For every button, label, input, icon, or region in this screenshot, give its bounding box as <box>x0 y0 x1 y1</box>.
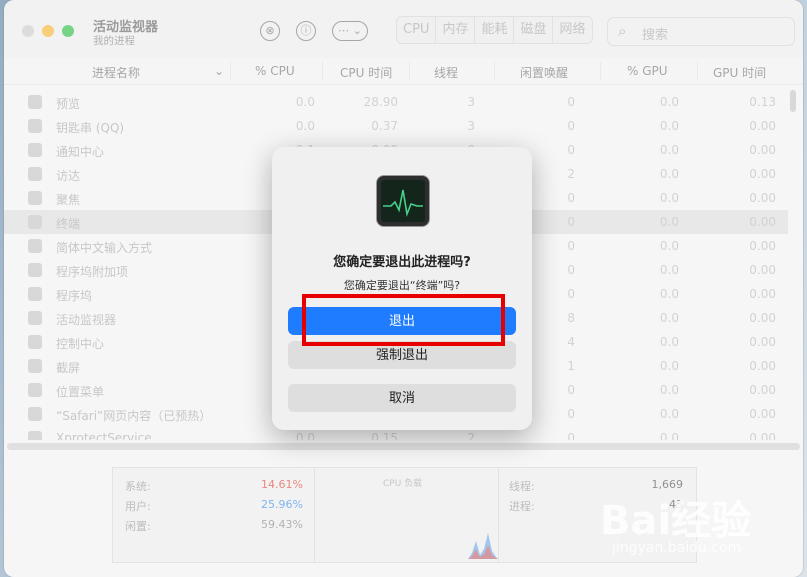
annotation-highlight-box <box>302 294 505 346</box>
dialog-title: 您确定要退出此进程吗? <box>333 255 471 270</box>
dialog-message: 您确定要退出“终端”吗? <box>343 279 461 292</box>
activity-monitor-app-icon <box>376 175 430 227</box>
watermark-url: jingyan.baidu.com <box>612 540 742 556</box>
baidu-jingyan-watermark: Bai经验 <box>600 498 752 544</box>
quit-process-dialog: 您确定要退出此进程吗? 您确定要退出“终端”吗? 退出 强制退出 取消 <box>272 147 532 430</box>
cancel-button[interactable]: 取消 <box>288 384 516 412</box>
